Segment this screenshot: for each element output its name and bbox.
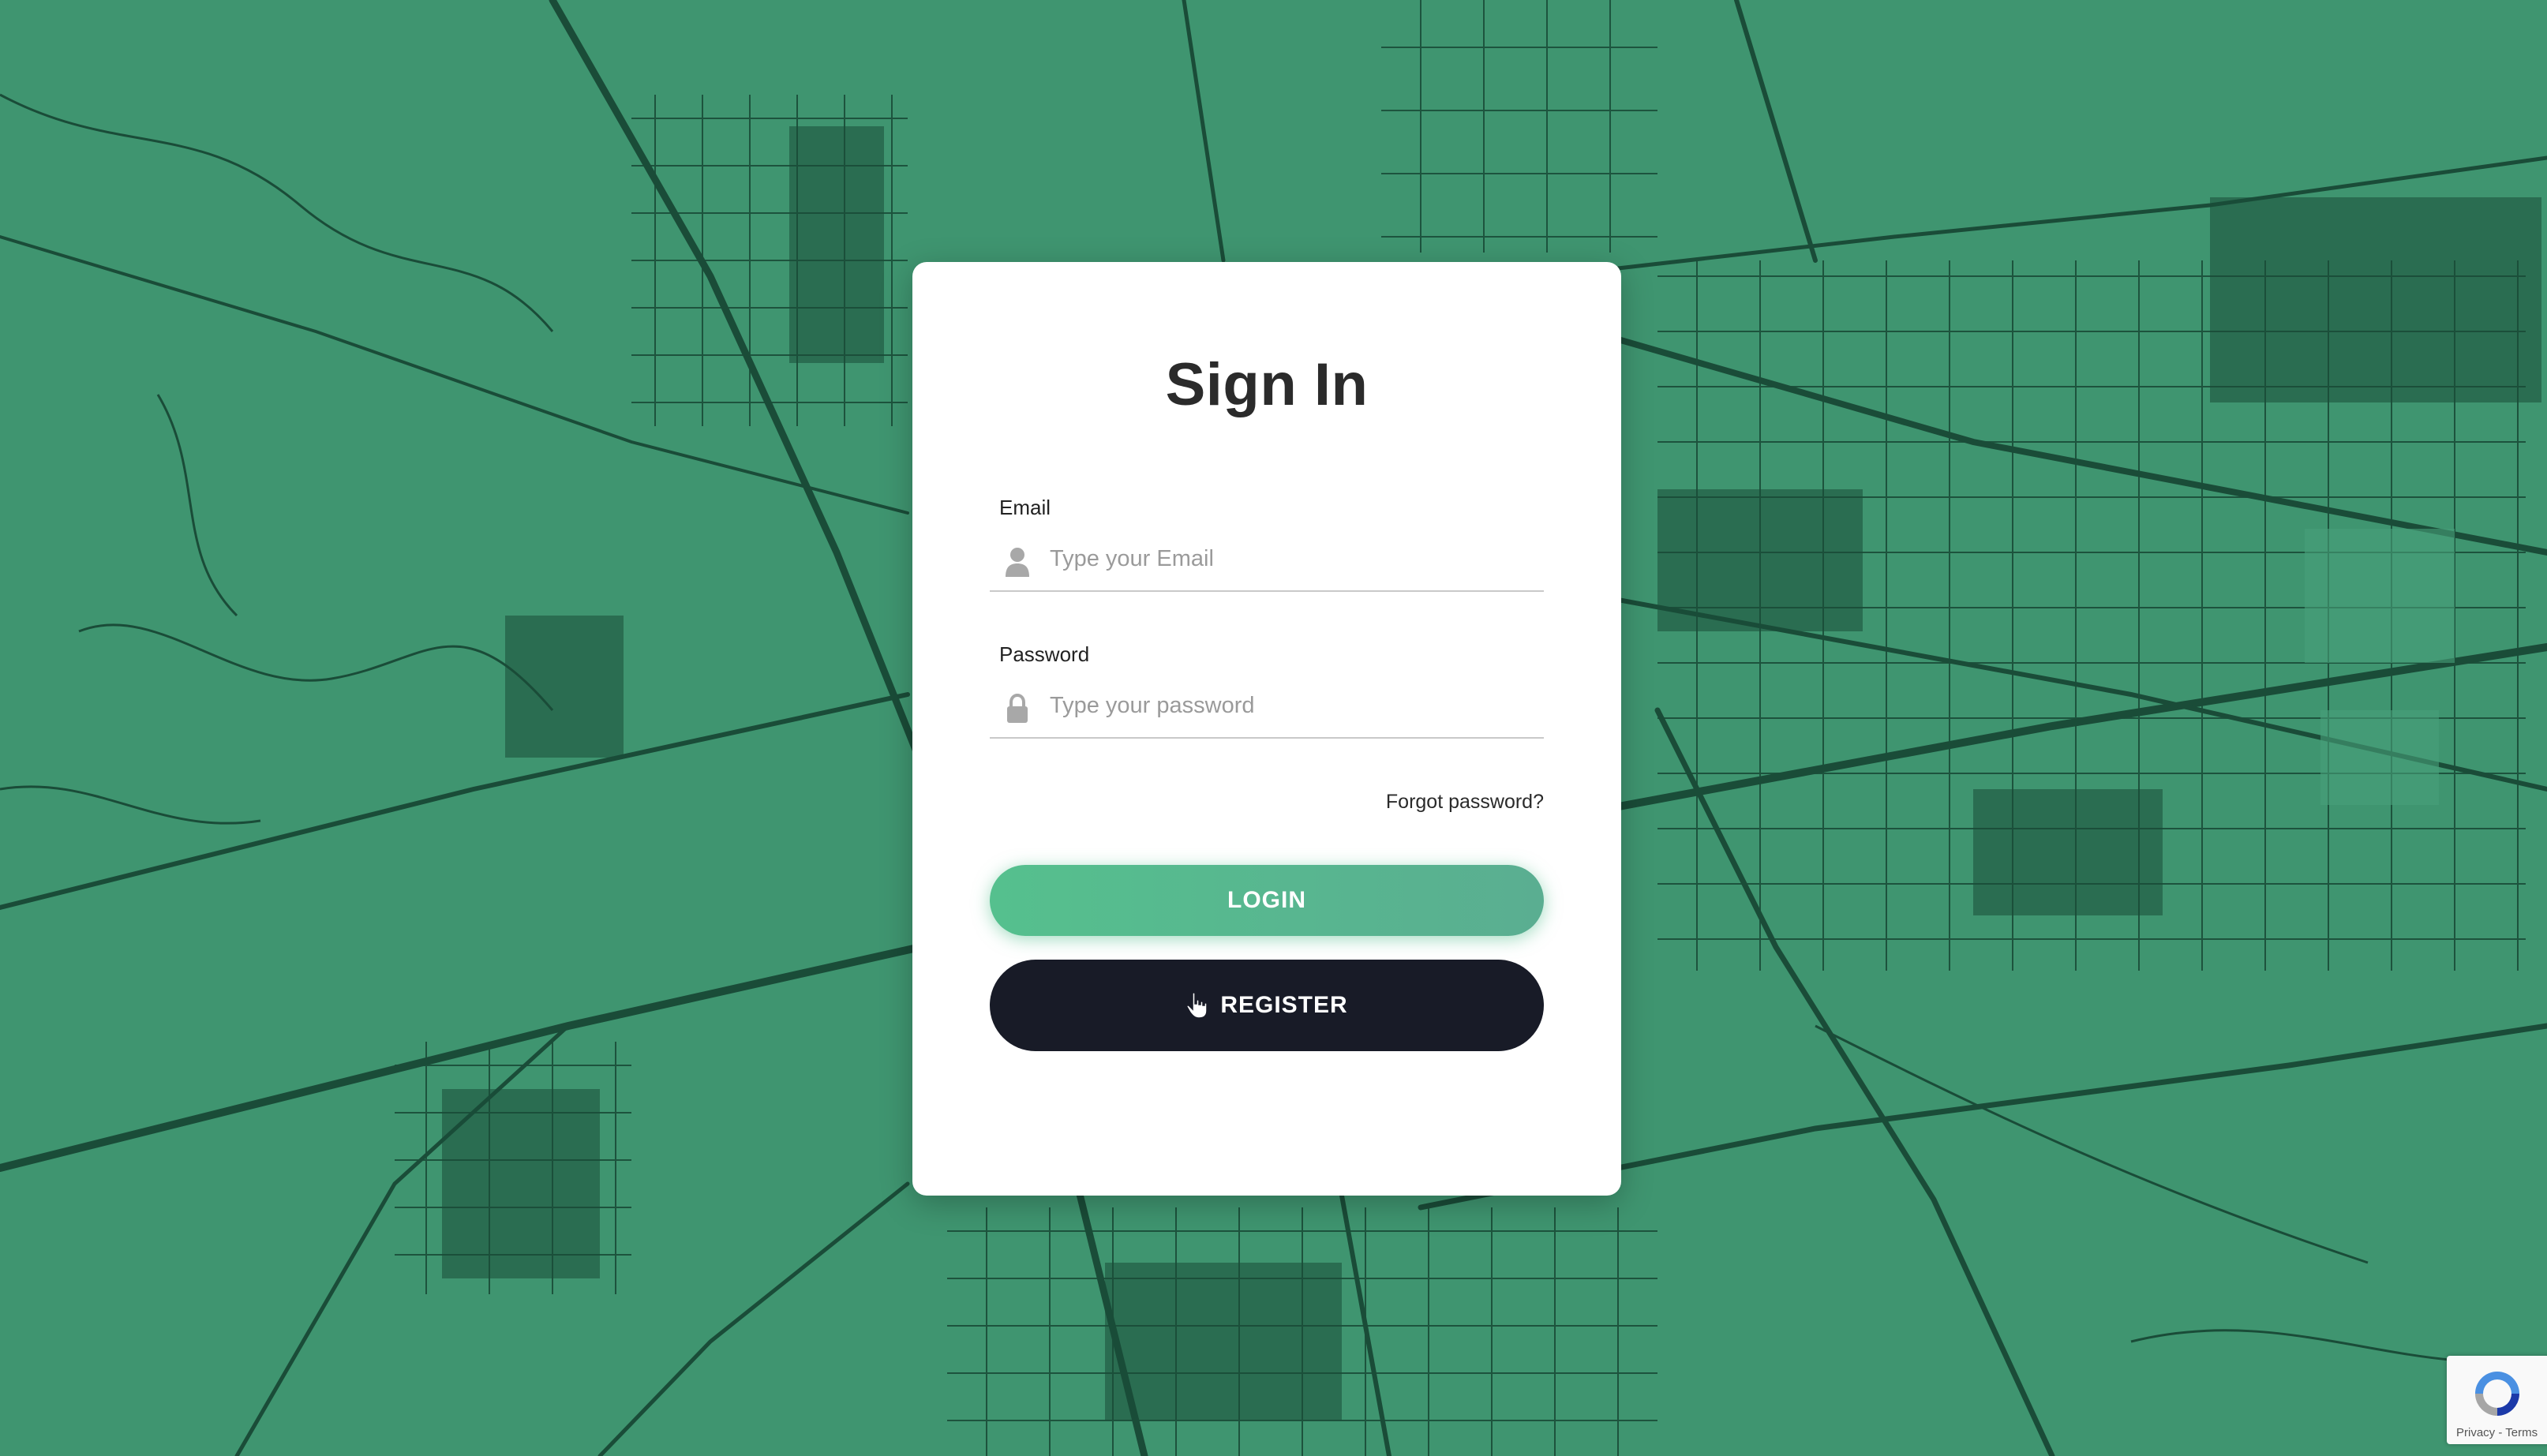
page-title: Sign In <box>1165 351 1369 418</box>
lock-icon <box>1007 693 1028 723</box>
sign-in-card: Sign In Email Password Forgot password? … <box>912 262 1621 1196</box>
email-input[interactable] <box>1050 535 1531 582</box>
email-field: Email <box>990 494 1544 592</box>
recaptcha-links[interactable]: Privacy - Terms <box>2447 1426 2547 1439</box>
password-input-row <box>990 682 1544 739</box>
user-icon <box>1006 548 1029 577</box>
recaptcha-logo-icon <box>2475 1372 2519 1416</box>
email-input-row <box>990 535 1544 592</box>
password-field: Password <box>990 641 1544 739</box>
email-label: Email <box>999 496 1051 519</box>
login-button[interactable]: LOGIN <box>990 865 1544 936</box>
login-button-label: LOGIN <box>1227 887 1306 913</box>
register-button[interactable]: REGISTER <box>990 960 1544 1051</box>
register-button-label: REGISTER <box>1220 992 1348 1018</box>
pointer-hand-icon <box>1186 992 1208 1019</box>
password-label: Password <box>999 642 1090 666</box>
recaptcha-badge[interactable]: Privacy - Terms <box>2447 1356 2547 1444</box>
forgot-password-link[interactable]: Forgot password? <box>1386 791 1544 814</box>
password-input[interactable] <box>1050 682 1531 729</box>
